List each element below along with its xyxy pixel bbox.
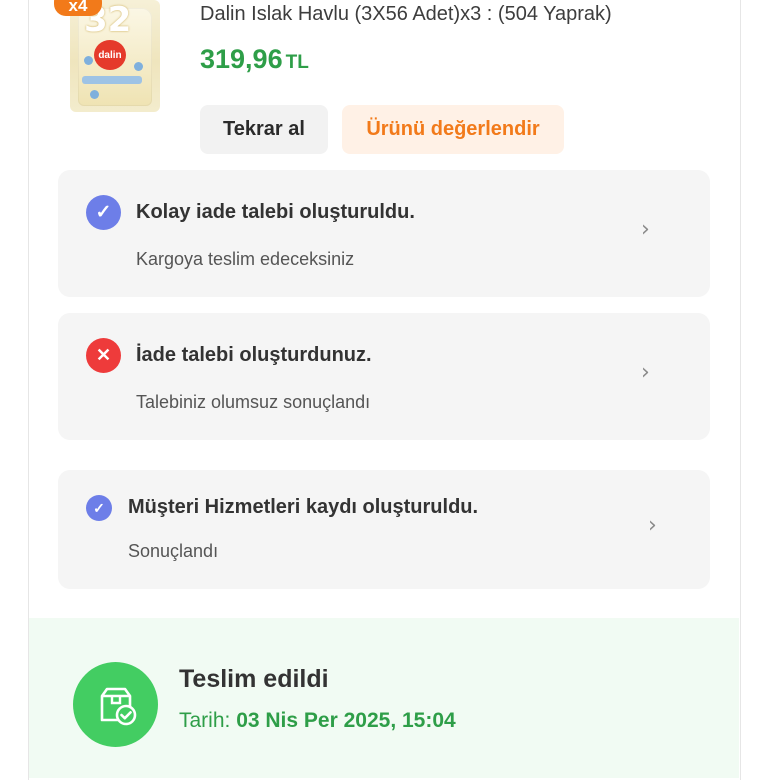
status-title: Kolay iade talebi oluşturuldu. <box>136 201 415 223</box>
check-icon: ✓ <box>86 195 121 230</box>
rate-product-button[interactable]: Ürünü değerlendir <box>342 105 564 154</box>
delivery-status-section: Teslim edildi Tarih: 03 Nis Per 2025, 15… <box>29 618 739 778</box>
status-subtitle: Talebiniz olumsuz sonuçlandı <box>136 392 371 412</box>
status-card-easy-return[interactable]: ✓ Kolay iade talebi oluşturuldu. Kargoya… <box>58 170 710 297</box>
status-card-customer-service[interactable]: ✓ Müşteri Hizmetleri kaydı oluşturuldu. … <box>58 470 710 589</box>
chevron-right-icon: › <box>641 360 650 385</box>
chevron-right-icon: › <box>641 217 650 242</box>
delivery-date-label: Tarih: <box>179 709 231 732</box>
chevron-right-icon: › <box>648 513 657 538</box>
delivery-date-value: 03 Nis Per 2025, 15:04 <box>236 709 456 732</box>
buy-again-button[interactable]: Tekrar al <box>200 105 328 154</box>
product-title[interactable]: Dalin Islak Havlu (3X56 Adet)x3 : (504 Y… <box>200 3 612 26</box>
check-icon: ✓ <box>86 495 112 521</box>
status-subtitle: Sonuçlandı <box>128 541 219 561</box>
close-icon: ✕ <box>86 338 121 373</box>
delivery-date: Tarih: 03 Nis Per 2025, 15:04 <box>179 709 456 733</box>
decor-dot <box>90 90 99 99</box>
package-strip <box>82 76 142 84</box>
product-price: 319,96 TL <box>200 44 309 75</box>
delivered-box-icon <box>73 662 158 747</box>
quantity-badge: x4 <box>54 0 102 16</box>
price-currency: TL <box>285 52 309 73</box>
status-title: İade talebi oluşturdunuz. <box>136 344 372 366</box>
status-title: Müşteri Hizmetleri kaydı oluşturuldu. <box>128 496 479 518</box>
price-value: 319,96 <box>200 44 283 74</box>
decor-dot <box>84 56 93 65</box>
brand-logo: dalin <box>94 40 126 70</box>
decor-dot <box>134 62 143 71</box>
status-card-return-request[interactable]: ✕ İade talebi oluşturdunuz. Talebiniz ol… <box>58 313 710 440</box>
delivery-status-title: Teslim edildi <box>179 665 329 693</box>
product-image[interactable]: 32 dalin <box>70 0 160 112</box>
status-subtitle: Kargoya teslim edeceksiniz <box>136 249 355 269</box>
